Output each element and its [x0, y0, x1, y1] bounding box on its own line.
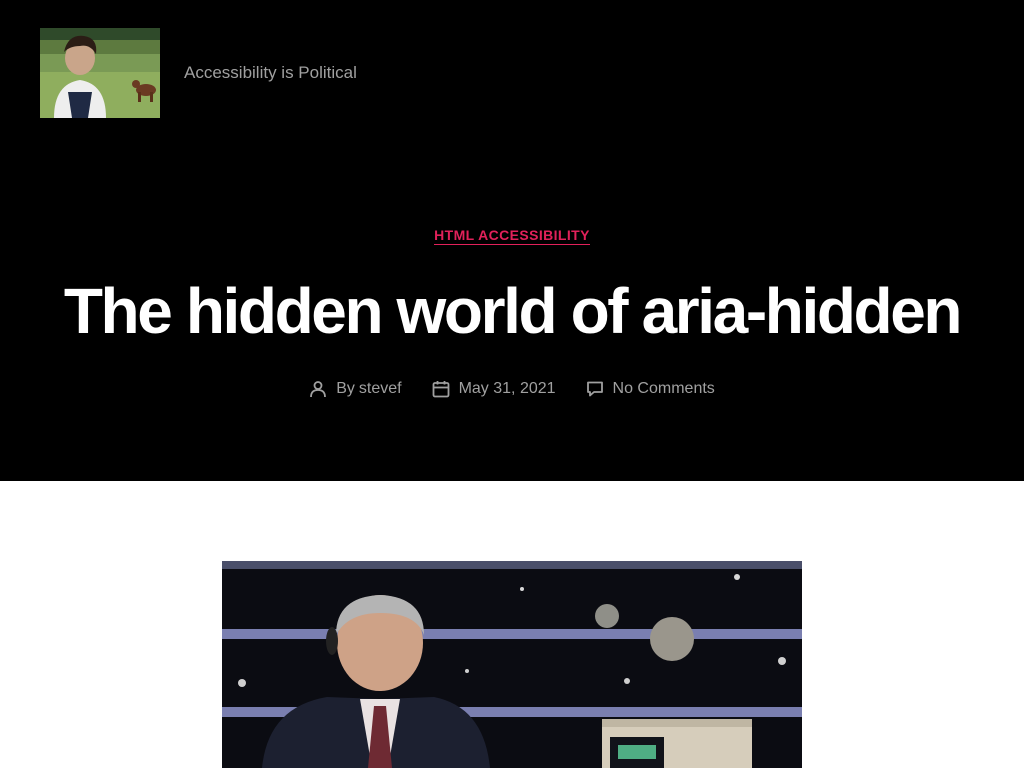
comments-link[interactable]: No Comments	[613, 378, 715, 400]
featured-image	[222, 561, 802, 768]
post-author: By stevef	[309, 378, 402, 400]
speech-bubble-icon	[586, 380, 604, 398]
author-link[interactable]: stevef	[359, 378, 402, 400]
post-meta: By stevef May 31, 2021 No Comments	[0, 378, 1024, 400]
site-description: Accessibility is Political	[184, 63, 357, 82]
category-link-html-accessibility[interactable]: HTML ACCESSIBILITY	[434, 227, 590, 245]
featured-image-graphic	[222, 561, 802, 768]
date-link[interactable]: May 31, 2021	[459, 378, 556, 400]
calendar-icon	[432, 380, 450, 398]
site-logo[interactable]	[40, 28, 160, 118]
author-prefix: By	[336, 380, 355, 397]
post-date: May 31, 2021	[432, 378, 556, 400]
site-header: Accessibility is Political HTML ACCESSIB…	[0, 0, 1024, 481]
post-comments: No Comments	[586, 378, 715, 400]
person-icon	[309, 380, 327, 398]
post-category: HTML ACCESSIBILITY	[0, 226, 1024, 245]
post-title: The hidden world of aria-hidden	[63, 275, 963, 347]
site-logo-image	[40, 28, 160, 118]
